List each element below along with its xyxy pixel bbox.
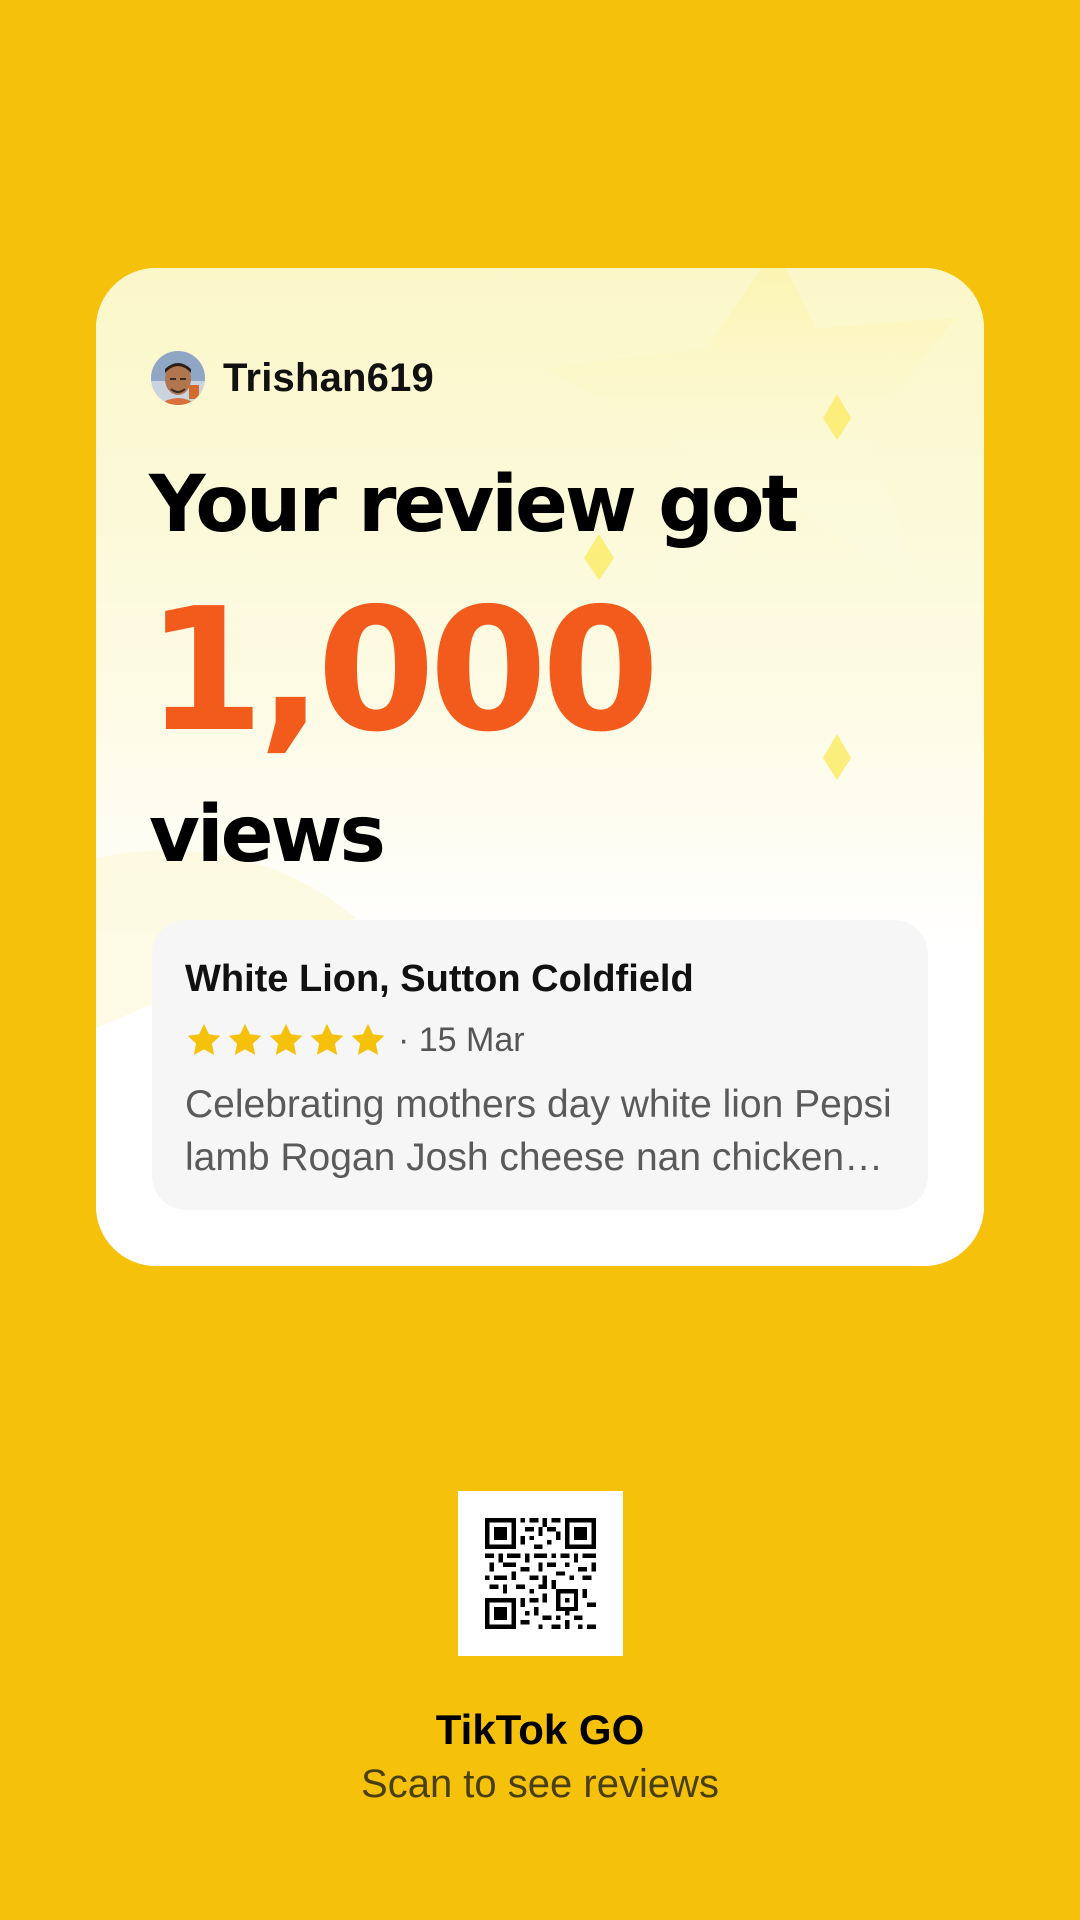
star-icon xyxy=(310,1023,344,1055)
username[interactable]: Trishan619 xyxy=(223,356,434,401)
review-card[interactable]: White Lion, Sutton Coldfield · 15 Mar Ce… xyxy=(152,920,928,1210)
headline-suffix: views xyxy=(149,790,386,880)
star-rating xyxy=(185,1021,390,1059)
brand-name: TikTok GO xyxy=(435,1706,645,1753)
headline-prefix: Your review got xyxy=(149,460,799,550)
share-card: Trishan619 Your review got 1,000 views W… xyxy=(96,268,984,1266)
qr-code-icon xyxy=(485,1518,596,1629)
place-name: White Lion, Sutton Coldfield xyxy=(185,958,694,1000)
user-avatar[interactable] xyxy=(151,351,205,405)
review-text: Celebrating mothers day white lion Pepsi… xyxy=(185,1083,892,1179)
star-icon xyxy=(187,1023,221,1055)
star-icon xyxy=(269,1023,303,1055)
rating-row: · 15 Mar xyxy=(185,1020,525,1060)
scan-cta: Scan to see reviews xyxy=(361,1762,719,1806)
star-icon xyxy=(228,1023,262,1055)
review-date: · 15 Mar xyxy=(398,1020,525,1059)
star-icon xyxy=(351,1023,385,1055)
user-row[interactable]: Trishan619 xyxy=(151,351,434,405)
qr-code xyxy=(458,1491,623,1656)
views-count: 1,000 xyxy=(146,572,660,770)
